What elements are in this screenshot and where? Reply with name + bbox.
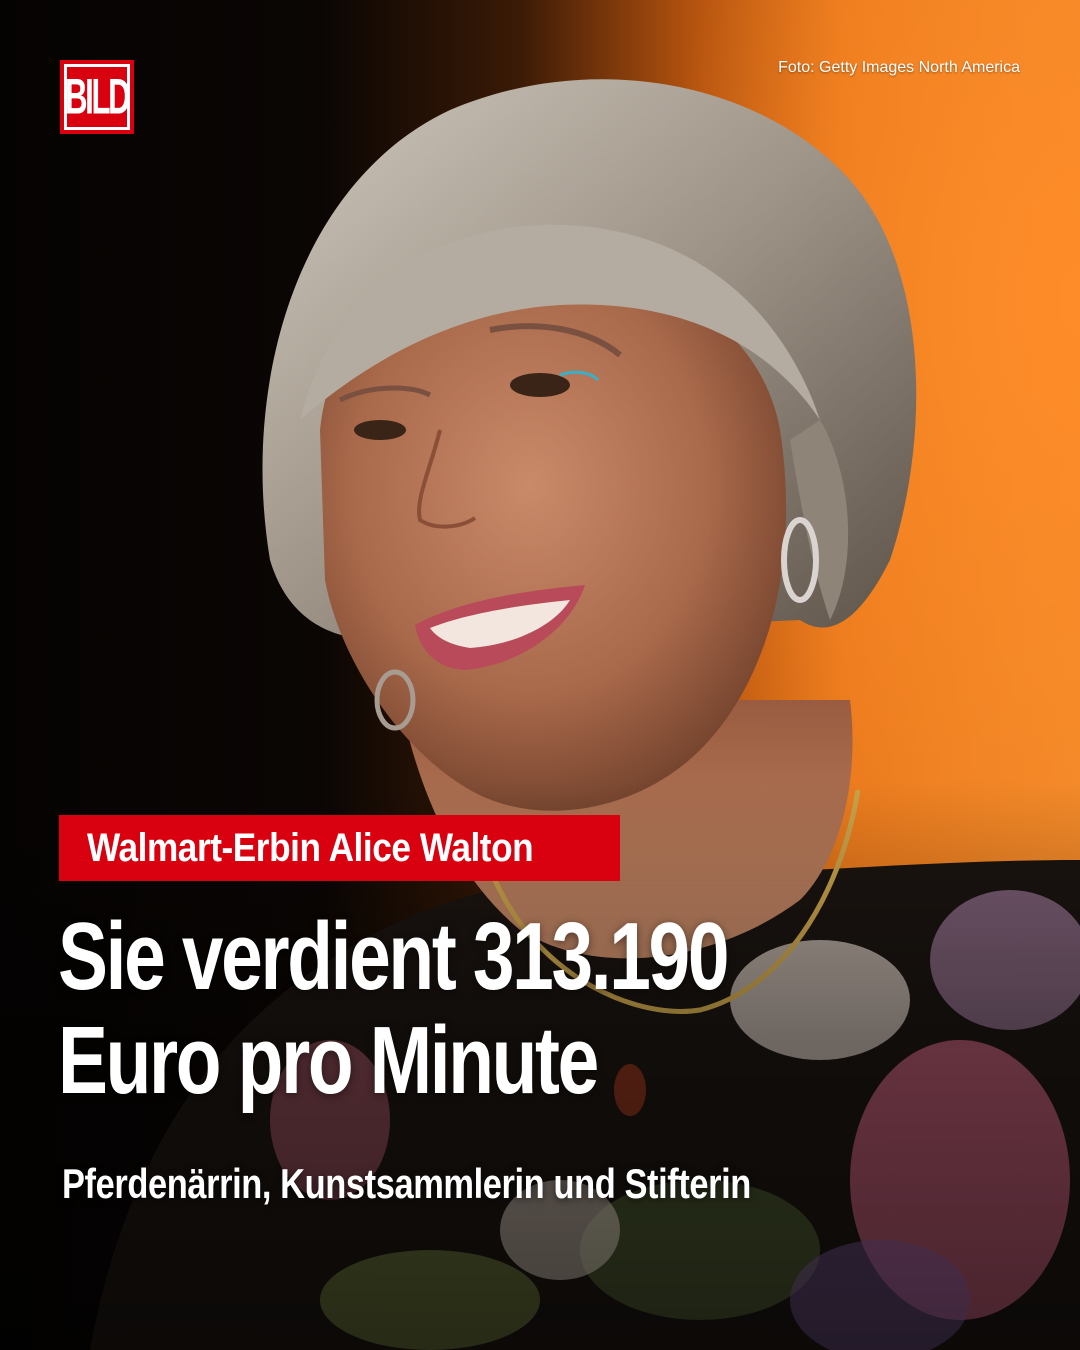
bild-logo-text: BILD — [65, 69, 131, 125]
headline-line-1: Sie verdient 313.190 — [58, 903, 730, 1010]
post-image: BILD Foto: Getty Images North America Wa… — [0, 0, 1080, 1350]
kicker-label: Walmart-Erbin Alice Walton — [59, 815, 621, 881]
headline: Sie verdient 313.190 Euro pro Minute — [58, 905, 1038, 1113]
kicker-text: Walmart-Erbin Alice Walton — [87, 825, 534, 870]
headline-line-2: Euro pro Minute — [58, 1007, 599, 1114]
photo-credit: Foto: Getty Images North America — [778, 59, 1020, 76]
subline: Pferdenärrin, Kunstsammlerin und Stifter… — [62, 1160, 751, 1207]
bild-logo: BILD — [60, 60, 134, 134]
